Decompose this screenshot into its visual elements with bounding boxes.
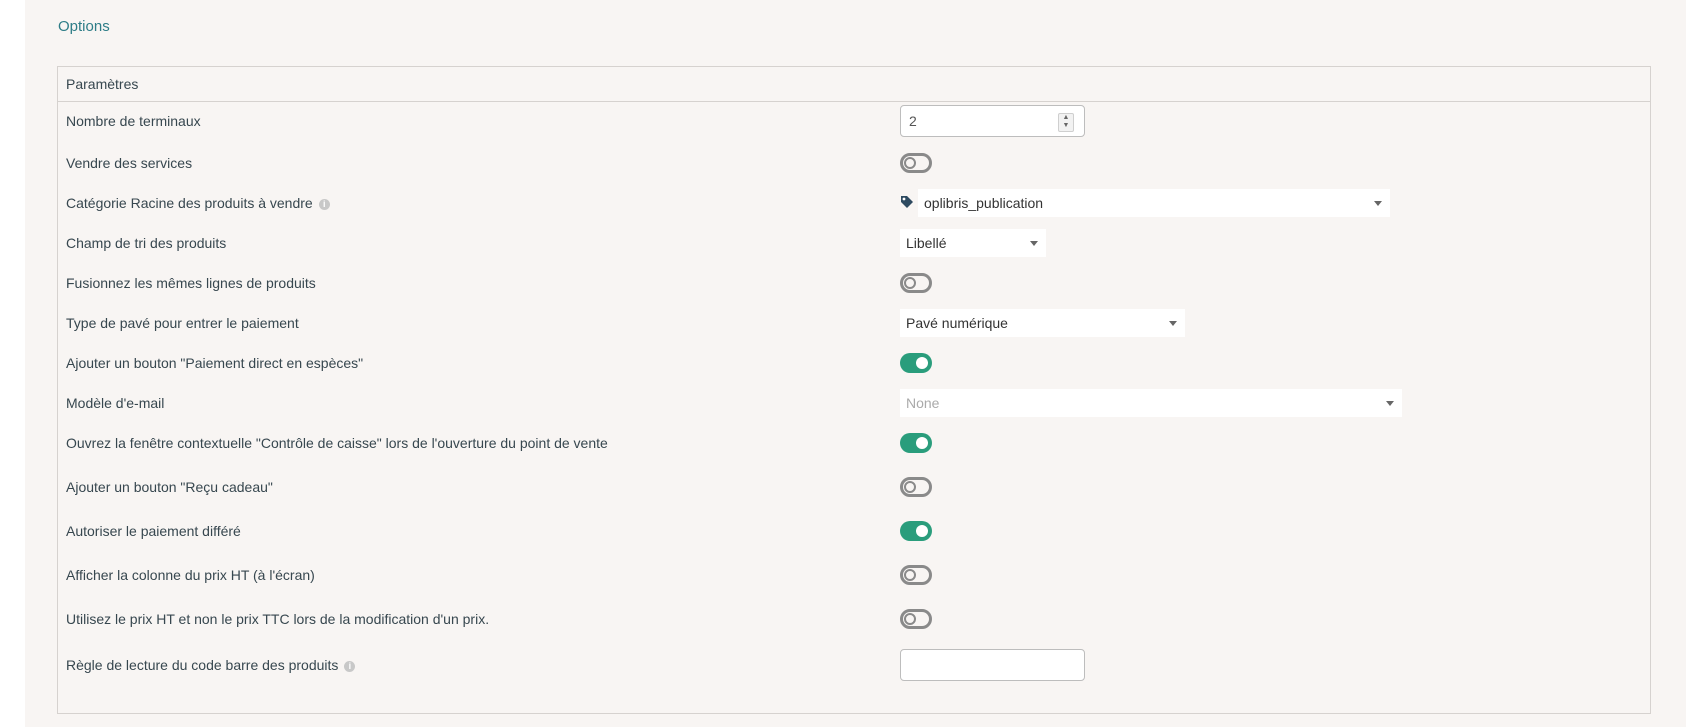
options-link[interactable]: Options <box>58 18 110 35</box>
settings-panel: Paramètres Nombre de terminaux 2 ▲ ▼ Ven… <box>57 66 1651 714</box>
chevron-down-icon <box>1374 201 1382 206</box>
row-barcode-rule: Règle de lecture du code barre des produ… <box>58 645 1650 685</box>
row-sort-field: Champ de tri des produits Libellé <box>58 223 1650 263</box>
row-show-ht-column: Afficher la colonne du prix HT (à l'écra… <box>58 555 1650 595</box>
email-template-select[interactable]: None <box>900 389 1402 417</box>
row-root-category: Catégorie Racine des produits à vendre i … <box>58 183 1650 223</box>
row-email-template: Modèle d'e-mail None <box>58 383 1650 423</box>
row-payment-pad: Type de pavé pour entrer le paiement Pav… <box>58 303 1650 343</box>
row-gift-receipt: Ajouter un bouton "Reçu cadeau" <box>58 467 1650 507</box>
cash-control-label: Ouvrez la fenêtre contextuelle "Contrôle… <box>66 435 608 451</box>
payment-pad-select[interactable]: Pavé numérique <box>900 309 1185 337</box>
barcode-rule-input[interactable] <box>900 649 1085 681</box>
terminals-value: 2 <box>909 113 917 129</box>
direct-cash-label: Ajouter un bouton "Paiement direct en es… <box>66 355 364 371</box>
deferred-payment-toggle[interactable] <box>900 521 932 541</box>
row-sell-services: Vendre des services <box>58 143 1650 183</box>
direct-cash-toggle[interactable] <box>900 353 932 373</box>
email-template-value: None <box>906 395 940 411</box>
show-ht-column-toggle[interactable] <box>900 565 932 585</box>
email-template-label: Modèle d'e-mail <box>66 395 165 411</box>
sell-services-toggle[interactable] <box>900 153 932 173</box>
use-ht-price-toggle[interactable] <box>900 609 932 629</box>
chevron-down-icon <box>1386 401 1394 406</box>
sort-field-value: Libellé <box>906 235 947 251</box>
sell-services-label: Vendre des services <box>66 155 193 171</box>
panel-title: Paramètres <box>58 67 1650 102</box>
info-icon: i <box>318 198 330 210</box>
chevron-down-icon <box>1169 321 1177 326</box>
root-category-label: Catégorie Racine des produits à vendre i <box>66 195 330 211</box>
row-deferred-payment: Autoriser le paiement différé <box>58 511 1650 551</box>
root-category-select[interactable]: oplibris_publication <box>918 189 1390 217</box>
row-use-ht-price: Utilisez le prix HT et non le prix TTC l… <box>58 599 1650 639</box>
root-category-label-text: Catégorie Racine des produits à vendre <box>66 195 313 211</box>
page-background: Options Paramètres Nombre de terminaux 2… <box>25 0 1686 727</box>
payment-pad-label: Type de pavé pour entrer le paiement <box>66 315 299 331</box>
cash-control-toggle[interactable] <box>900 433 932 453</box>
row-terminals: Nombre de terminaux 2 ▲ ▼ <box>58 101 1650 141</box>
row-direct-cash: Ajouter un bouton "Paiement direct en es… <box>58 343 1650 383</box>
gift-receipt-toggle[interactable] <box>900 477 932 497</box>
barcode-rule-label-text: Règle de lecture du code barre des produ… <box>66 657 339 673</box>
deferred-payment-label: Autoriser le paiement différé <box>66 523 241 539</box>
spinner-up-icon[interactable]: ▲ <box>1059 114 1073 122</box>
terminals-label: Nombre de terminaux <box>66 113 201 129</box>
payment-pad-value: Pavé numérique <box>906 315 1008 331</box>
gift-receipt-label: Ajouter un bouton "Reçu cadeau" <box>66 479 273 495</box>
sort-field-label: Champ de tri des produits <box>66 235 227 251</box>
number-spinner[interactable]: ▲ ▼ <box>1058 113 1074 132</box>
row-merge-lines: Fusionnez les mêmes lignes de produits <box>58 263 1650 303</box>
sort-field-select[interactable]: Libellé <box>900 229 1046 257</box>
merge-lines-label: Fusionnez les mêmes lignes de produits <box>66 275 316 291</box>
show-ht-column-label: Afficher la colonne du prix HT (à l'écra… <box>66 567 315 583</box>
info-icon: i <box>344 660 356 672</box>
terminals-number-input[interactable]: 2 ▲ ▼ <box>900 105 1085 137</box>
row-cash-control: Ouvrez la fenêtre contextuelle "Contrôle… <box>58 423 1650 463</box>
spinner-down-icon[interactable]: ▼ <box>1059 122 1073 130</box>
use-ht-price-label: Utilisez le prix HT et non le prix TTC l… <box>66 611 490 627</box>
chevron-down-icon <box>1030 241 1038 246</box>
tag-icon <box>901 196 913 208</box>
merge-lines-toggle[interactable] <box>900 273 932 293</box>
barcode-rule-label: Règle de lecture du code barre des produ… <box>66 657 356 673</box>
root-category-value: oplibris_publication <box>924 195 1044 211</box>
